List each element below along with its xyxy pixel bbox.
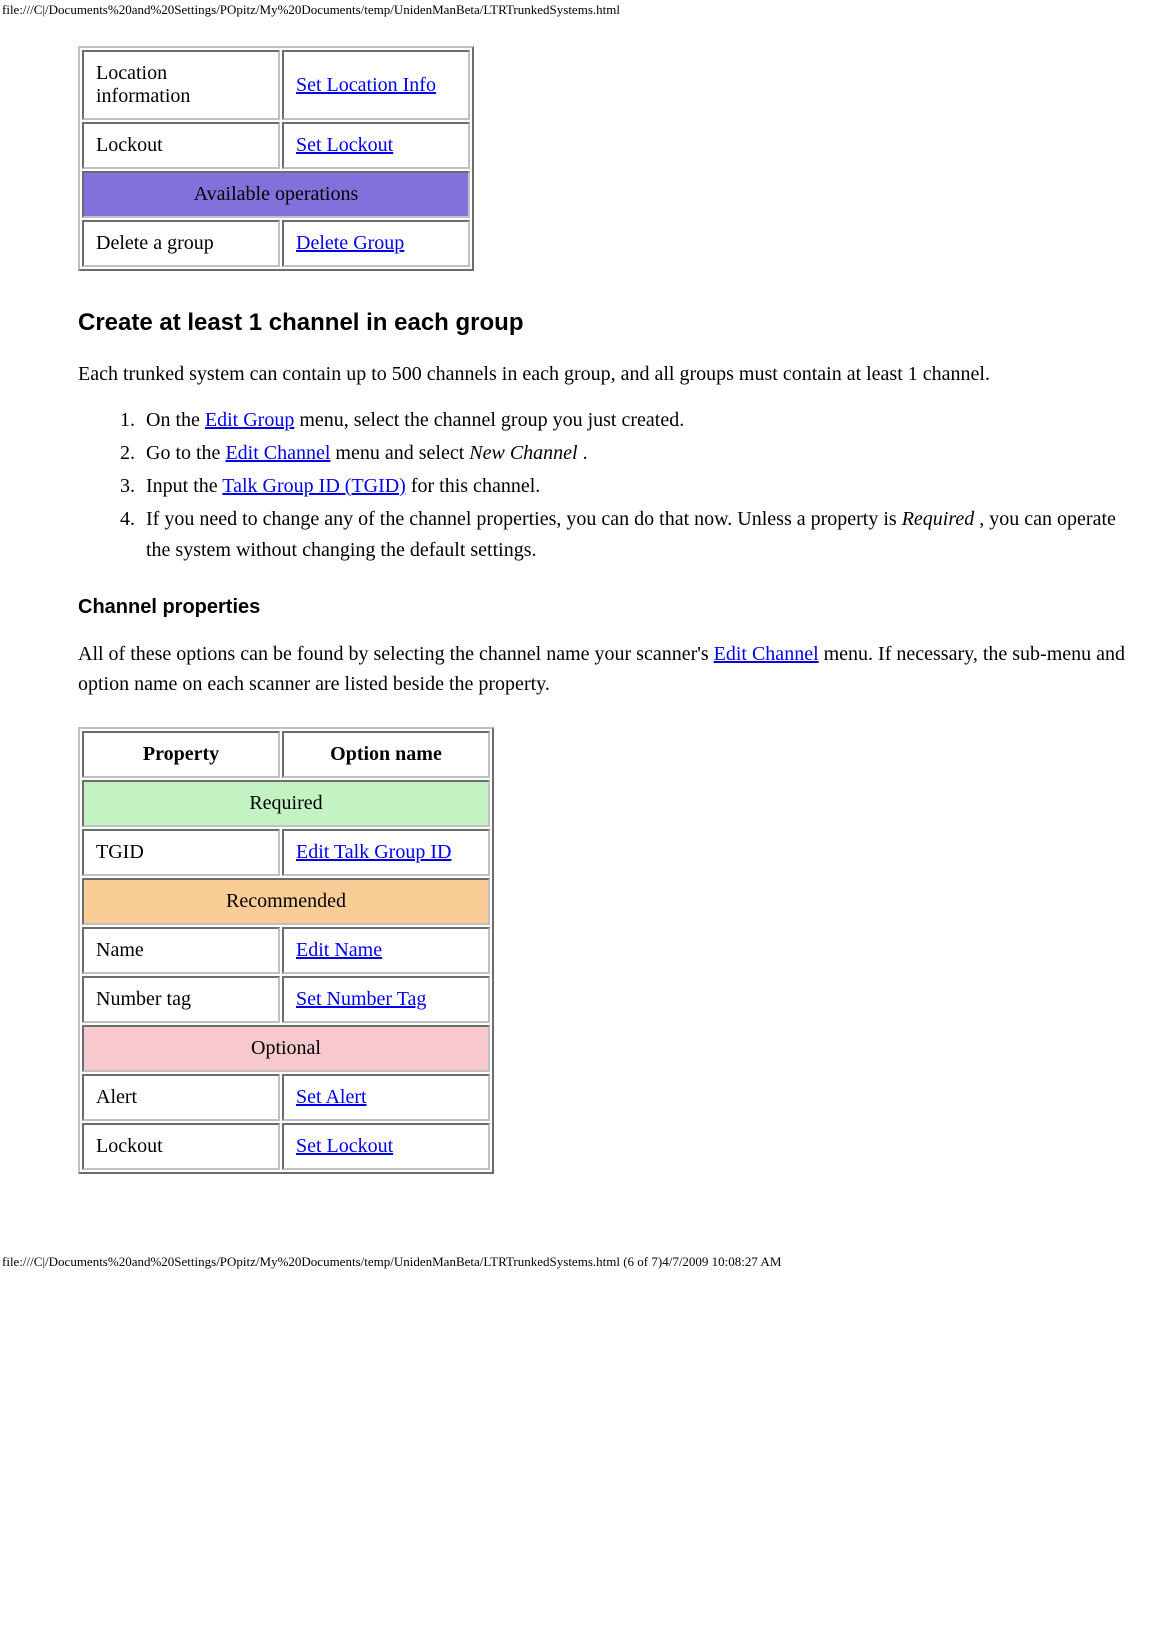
option-header: Option name bbox=[282, 731, 490, 778]
option-cell: Set Lockout bbox=[282, 1123, 490, 1170]
section-heading: Create at least 1 channel in each group bbox=[78, 309, 1141, 337]
property-cell: TGID bbox=[82, 829, 280, 876]
option-cell: Edit Talk Group ID bbox=[282, 829, 490, 876]
step-text: menu and select bbox=[330, 442, 469, 464]
section-header-row: Recommended bbox=[82, 878, 490, 925]
section-header-row: Optional bbox=[82, 1025, 490, 1072]
talk-group-id-link[interactable]: Talk Group ID (TGID) bbox=[222, 475, 406, 497]
list-item: On the Edit Group menu, select the chann… bbox=[140, 405, 1141, 436]
recommended-section-header: Recommended bbox=[82, 878, 490, 925]
set-lockout-link-2[interactable]: Set Lockout bbox=[296, 1135, 393, 1157]
option-cell: Delete Group bbox=[282, 220, 470, 267]
table-row: Lockout Set Lockout bbox=[82, 122, 470, 169]
property-cell: Delete a group bbox=[82, 220, 280, 267]
properties-paragraph: All of these options can be found by sel… bbox=[78, 639, 1141, 699]
step-text: menu, select the channel group you just … bbox=[294, 409, 684, 431]
edit-channel-link[interactable]: Edit Channel bbox=[225, 442, 330, 464]
list-item: If you need to change any of the channel… bbox=[140, 504, 1141, 566]
property-cell: Location information bbox=[82, 50, 280, 120]
step-text: . bbox=[583, 442, 588, 464]
table-row: TGID Edit Talk Group ID bbox=[82, 829, 490, 876]
list-item: Input the Talk Group ID (TGID) for this … bbox=[140, 471, 1141, 502]
property-cell: Lockout bbox=[82, 122, 280, 169]
list-item: Go to the Edit Channel menu and select N… bbox=[140, 438, 1141, 469]
header-file-path: file:///C|/Documents%20and%20Settings/PO… bbox=[0, 0, 1155, 18]
option-cell: Set Lockout bbox=[282, 122, 470, 169]
set-number-tag-link[interactable]: Set Number Tag bbox=[296, 988, 426, 1010]
option-cell: Set Alert bbox=[282, 1074, 490, 1121]
option-cell: Set Number Tag bbox=[282, 976, 490, 1023]
table-header-row: Property Option name bbox=[82, 731, 490, 778]
footer-file-path: file:///C|/Documents%20and%20Settings/PO… bbox=[0, 1174, 1155, 1276]
step-text: If you need to change any of the channel… bbox=[146, 508, 902, 530]
section-header-row: Required bbox=[82, 780, 490, 827]
table-row: Number tag Set Number Tag bbox=[82, 976, 490, 1023]
group-options-table: Location information Set Location Info L… bbox=[78, 46, 474, 271]
table-row: Alert Set Alert bbox=[82, 1074, 490, 1121]
section-header-row: Available operations bbox=[82, 171, 470, 218]
table-row: Delete a group Delete Group bbox=[82, 220, 470, 267]
step-text: Go to the bbox=[146, 442, 225, 464]
property-cell: Lockout bbox=[82, 1123, 280, 1170]
required-section-header: Required bbox=[82, 780, 490, 827]
option-cell: Set Location Info bbox=[282, 50, 470, 120]
edit-talk-group-id-link[interactable]: Edit Talk Group ID bbox=[296, 841, 451, 863]
table-row: Lockout Set Lockout bbox=[82, 1123, 490, 1170]
optional-section-header: Optional bbox=[82, 1025, 490, 1072]
intro-paragraph: Each trunked system can contain up to 50… bbox=[78, 359, 1141, 389]
edit-name-link[interactable]: Edit Name bbox=[296, 939, 382, 961]
option-cell: Edit Name bbox=[282, 927, 490, 974]
set-location-info-link[interactable]: Set Location Info bbox=[296, 74, 436, 96]
step-emphasis: New Channel bbox=[469, 442, 582, 464]
set-lockout-link[interactable]: Set Lockout bbox=[296, 134, 393, 156]
property-cell: Alert bbox=[82, 1074, 280, 1121]
available-operations-header: Available operations bbox=[82, 171, 470, 218]
table-row: Name Edit Name bbox=[82, 927, 490, 974]
property-cell: Number tag bbox=[82, 976, 280, 1023]
edit-group-link[interactable]: Edit Group bbox=[205, 409, 294, 431]
paragraph-text: All of these options can be found by sel… bbox=[78, 643, 714, 665]
property-header: Property bbox=[82, 731, 280, 778]
step-text: On the bbox=[146, 409, 205, 431]
step-text: Input the bbox=[146, 475, 222, 497]
main-content: Location information Set Location Info L… bbox=[78, 46, 1141, 1174]
step-text: for this channel. bbox=[406, 475, 540, 497]
delete-group-link[interactable]: Delete Group bbox=[296, 232, 404, 254]
set-alert-link[interactable]: Set Alert bbox=[296, 1086, 367, 1108]
table-row: Location information Set Location Info bbox=[82, 50, 470, 120]
step-emphasis: Required bbox=[902, 508, 980, 530]
edit-channel-link-2[interactable]: Edit Channel bbox=[714, 643, 819, 665]
subsection-heading: Channel properties bbox=[78, 596, 1141, 619]
property-cell: Name bbox=[82, 927, 280, 974]
channel-properties-table: Property Option name Required TGID Edit … bbox=[78, 727, 494, 1174]
steps-list: On the Edit Group menu, select the chann… bbox=[78, 405, 1141, 566]
